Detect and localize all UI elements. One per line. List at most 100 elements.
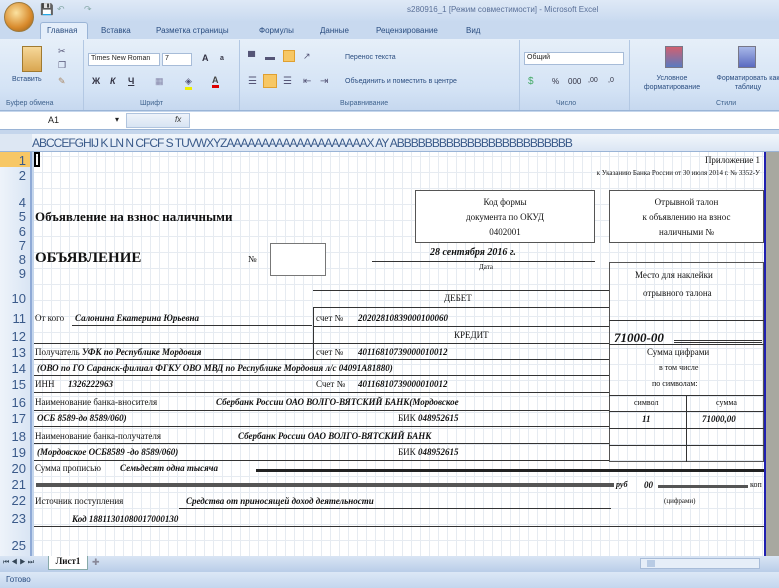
number-field[interactable] xyxy=(270,243,326,276)
status-text: Готово xyxy=(6,575,31,584)
scroll-thumb[interactable] xyxy=(647,560,655,567)
sheet-nav-arrows-icon[interactable]: ⏮◀▶⏭ xyxy=(3,559,36,567)
conditional-formatting-icon[interactable] xyxy=(665,46,683,68)
row-number[interactable]: 22 xyxy=(12,493,26,508)
increase-decimal-button[interactable]: ,00 xyxy=(588,77,598,84)
horizontal-scrollbar[interactable] xyxy=(640,558,760,569)
office-button[interactable] xyxy=(4,2,34,32)
paste-icon[interactable] xyxy=(22,46,42,72)
divider xyxy=(313,307,609,308)
row-number[interactable]: 4 xyxy=(19,195,26,210)
increase-indent-icon[interactable]: ⇥ xyxy=(320,76,328,87)
tab-home[interactable]: Главная xyxy=(47,26,77,35)
row-number[interactable]: 25 xyxy=(12,538,26,553)
align-right-icon[interactable]: ☰ xyxy=(283,76,292,87)
format-as-table-icon[interactable] xyxy=(738,46,756,68)
row-number[interactable]: 18 xyxy=(12,429,26,444)
row-number[interactable]: 23 xyxy=(12,511,26,526)
decrease-decimal-button[interactable]: ,0 xyxy=(608,77,614,84)
row-number[interactable]: 10 xyxy=(12,291,26,306)
row-number[interactable]: 7 xyxy=(19,238,26,253)
inn-label: ИНН xyxy=(35,379,55,389)
bold-button[interactable]: Ж xyxy=(92,76,100,86)
sheet-tab-list1[interactable]: Лист1 xyxy=(48,556,88,570)
row-number[interactable]: 15 xyxy=(12,377,26,392)
number-format-select[interactable]: Общий xyxy=(524,52,624,65)
paste-button[interactable]: Вставить xyxy=(12,76,42,83)
currency-icon[interactable]: $ xyxy=(528,76,534,87)
align-bottom-icon[interactable] xyxy=(283,50,295,62)
tab-insert[interactable]: Вставка xyxy=(101,26,131,35)
row-number[interactable]: 14 xyxy=(12,361,26,376)
align-center-icon[interactable] xyxy=(263,74,277,88)
format-painter-icon[interactable]: ✎ xyxy=(58,76,66,87)
font-color-button[interactable]: A xyxy=(212,75,219,88)
column-header: ABCCEFGHIJ K LN N CFCF S TUVWXYZAAAAAAAA… xyxy=(0,134,779,152)
orientation-icon[interactable]: ↗ xyxy=(303,51,311,62)
row-number[interactable]: 6 xyxy=(19,224,26,239)
title-bar: 💾 ↶ ↷ s280916_1 [Режим совместимости] - … xyxy=(0,0,779,21)
window-title: s280916_1 [Режим совместимости] - Micros… xyxy=(407,5,599,14)
row-number[interactable]: 17 xyxy=(12,411,26,426)
appendix-text: Приложение 1 xyxy=(704,155,760,165)
name-box-dropdown-icon[interactable]: ▾ xyxy=(115,115,119,124)
row-number[interactable]: 16 xyxy=(12,395,26,410)
row-number[interactable]: 21 xyxy=(12,477,26,492)
payer-bank-2: ОСБ 8589-до 8589/060) xyxy=(37,413,127,423)
font-name-value: Times New Roman xyxy=(91,55,151,62)
row-number[interactable]: 8 xyxy=(19,252,26,267)
borders-icon[interactable]: ▦ xyxy=(155,76,164,87)
divider xyxy=(34,359,609,360)
divider xyxy=(34,343,609,344)
row-number[interactable]: 5 xyxy=(19,209,26,224)
thousands-button[interactable]: 000 xyxy=(568,77,581,86)
percent-button[interactable]: % xyxy=(552,77,559,86)
row-header: 1 2 4 5 6 7 8 9 10 11 12 13 14 15 16 17 … xyxy=(0,152,32,556)
italic-button[interactable]: К xyxy=(110,76,116,86)
name-box[interactable]: A1 xyxy=(48,115,59,125)
formula-input[interactable] xyxy=(192,113,777,128)
column-letters[interactable]: ABCCEFGHIJ K LN N CFCF S TUVWXYZAAAAAAAA… xyxy=(32,136,573,150)
row-number[interactable]: 11 xyxy=(13,311,27,326)
amount-words-line xyxy=(256,469,764,472)
tab-data[interactable]: Данные xyxy=(320,26,349,35)
row-number[interactable]: 9 xyxy=(19,266,26,281)
row-number[interactable]: 13 xyxy=(12,345,26,360)
grow-font-button[interactable]: A xyxy=(202,53,209,63)
row-number[interactable]: 19 xyxy=(12,445,26,460)
redo-icon[interactable]: ↷ xyxy=(84,4,92,15)
row-number[interactable]: 1 xyxy=(19,153,26,168)
date-value: 28 сентября 2016 г. xyxy=(430,247,516,258)
font-size-select[interactable]: 7 xyxy=(162,53,192,66)
worksheet-grid[interactable]: Приложение 1 к Указанию Банка России от … xyxy=(34,152,764,556)
fill-color-icon[interactable]: ◈ xyxy=(185,76,192,90)
select-all-corner[interactable] xyxy=(0,134,32,151)
shrink-font-button[interactable]: a xyxy=(220,55,224,62)
tab-formulas[interactable]: Формулы xyxy=(259,26,294,35)
row-number[interactable]: 2 xyxy=(19,168,26,183)
align-top-icon[interactable]: ▀ xyxy=(248,52,255,63)
active-cell-a1[interactable] xyxy=(34,152,40,167)
undo-icon[interactable]: ↶ xyxy=(57,4,65,15)
tab-page-layout[interactable]: Разметка страницы xyxy=(156,26,229,35)
status-bar: Готово xyxy=(0,572,779,588)
clipboard-label: Буфер обмена xyxy=(6,100,54,107)
tab-view[interactable]: Вид xyxy=(466,26,480,35)
fx-button[interactable]: fx xyxy=(175,115,181,124)
cut-icon[interactable]: ✂ xyxy=(58,46,66,57)
align-left-icon[interactable]: ☰ xyxy=(248,76,257,87)
row-number[interactable]: 12 xyxy=(12,329,26,344)
format-as-table-button[interactable]: Форматировать как таблицу xyxy=(714,74,779,92)
insert-sheet-icon[interactable]: ✚ xyxy=(92,557,100,568)
row-number[interactable]: 20 xyxy=(12,461,26,476)
conditional-formatting-button[interactable]: Условное форматирование xyxy=(632,74,712,92)
quick-access-save-icon[interactable]: 💾 xyxy=(40,3,54,16)
copy-icon[interactable]: ❐ xyxy=(58,60,66,71)
align-middle-icon[interactable]: ▬ xyxy=(265,52,275,63)
font-name-select[interactable]: Times New Roman xyxy=(88,53,160,66)
tab-review[interactable]: Рецензирование xyxy=(376,26,438,35)
underline-button[interactable]: Ч xyxy=(128,76,134,86)
decrease-indent-icon[interactable]: ⇤ xyxy=(303,76,311,87)
wrap-text-button[interactable]: Перенос текста xyxy=(345,54,396,61)
merge-center-button[interactable]: Объединить и поместить в центре xyxy=(345,78,457,85)
